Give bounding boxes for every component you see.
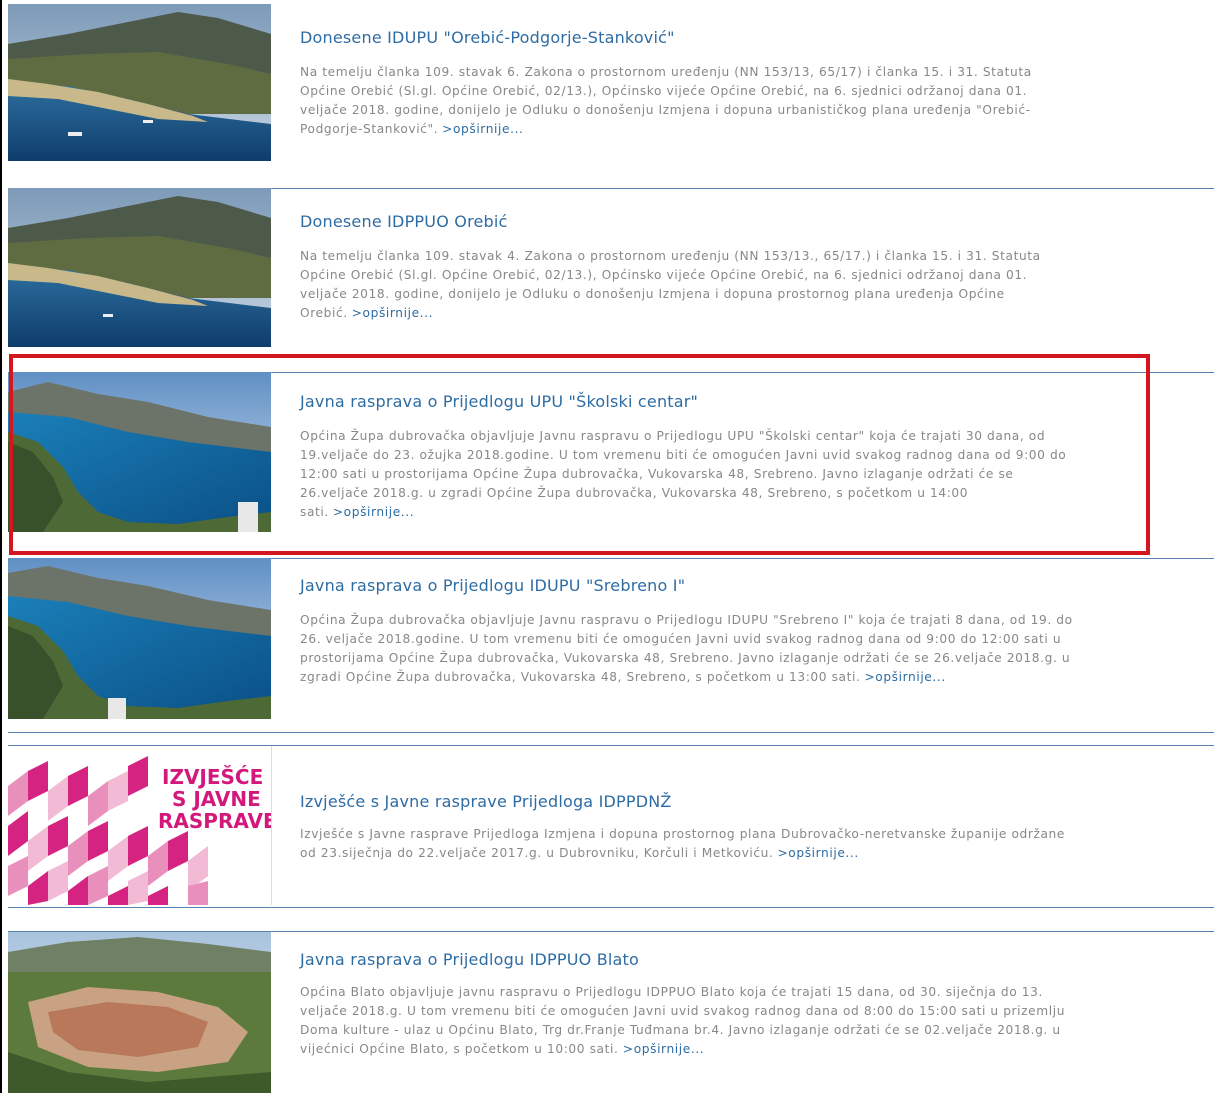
news-thumbnail-srebreno-bay[interactable] <box>8 558 271 719</box>
read-more-link[interactable]: >opširnije... <box>352 306 433 320</box>
news-thumbnail-report-logo[interactable]: IZVJEŠĆE S JAVNE RASPRAVE <box>8 746 272 905</box>
logo-text-line-1: IZVJEŠĆE <box>162 765 263 789</box>
news-excerpt: Na temelju članka 109. stavak 4. Zakona … <box>300 247 1075 323</box>
bay-photo <box>8 372 271 532</box>
logo-text-line-2: S JAVNE <box>172 787 261 811</box>
news-excerpt: Općina Župa dubrovačka objavljuje Javnu … <box>300 427 1075 522</box>
read-more-link[interactable]: >opširnije... <box>442 122 523 136</box>
news-title-link[interactable]: Javna rasprava o Prijedlogu IDUPU "Srebr… <box>300 576 1080 595</box>
frame-edge <box>0 0 2 1093</box>
news-item-1: Donesene IDUPU "Orebić-Podgorje-Stankovi… <box>8 4 1214 189</box>
news-title-link[interactable]: Javna rasprava o Prijedlogu UPU "Školski… <box>300 392 1080 411</box>
news-thumbnail-zupa-bay[interactable] <box>8 372 271 532</box>
news-content: Javna rasprava o Prijedlogu UPU "Školski… <box>300 392 1080 522</box>
news-thumbnail-orebic-coast[interactable] <box>8 4 271 161</box>
news-content: Donesene IDPPUO Orebić Na temelju članka… <box>300 212 1080 323</box>
news-content: Donesene IDUPU "Orebić-Podgorje-Stankovi… <box>300 28 1080 139</box>
news-thumbnail-blato-town[interactable] <box>8 932 271 1093</box>
report-logo-graphic: IZVJEŠĆE S JAVNE RASPRAVE <box>8 746 271 905</box>
news-excerpt: Općina Župa dubrovačka objavljuje Javnu … <box>300 611 1075 687</box>
news-excerpt-text: Općina Župa dubrovačka objavljuje Javnu … <box>300 429 1067 519</box>
news-excerpt: Na temelju članka 109. stavak 6. Zakona … <box>300 63 1075 139</box>
news-excerpt: Općina Blato objavljuje javnu raspravu o… <box>300 983 1075 1059</box>
news-excerpt-text: Izvješće s Javne rasprave Prijedloga Izm… <box>300 827 1065 860</box>
news-item-6: Javna rasprava o Prijedlogu IDPPUO Blato… <box>8 931 1214 1093</box>
bay-photo <box>8 558 271 719</box>
news-excerpt: Izvješće s Javne rasprave Prijedloga Izm… <box>300 825 1075 863</box>
news-content: Izvješće s Javne rasprave Prijedloga IDP… <box>300 792 1080 863</box>
news-title-link[interactable]: Izvješće s Javne rasprave Prijedloga IDP… <box>300 792 1080 811</box>
news-content: Javna rasprava o Prijedlogu IDUPU "Srebr… <box>300 576 1080 687</box>
news-title-link[interactable]: Javna rasprava o Prijedlogu IDPPUO Blato <box>300 950 1080 969</box>
news-title-link[interactable]: Donesene IDUPU "Orebić-Podgorje-Stankovi… <box>300 28 1080 47</box>
read-more-link[interactable]: >opširnije... <box>777 846 858 860</box>
news-excerpt-text: Općina Župa dubrovačka objavljuje Javnu … <box>300 613 1073 684</box>
read-more-link[interactable]: >opširnije... <box>864 670 945 684</box>
logo-text-line-3: RASPRAVE <box>158 809 271 833</box>
news-item-2: Donesene IDPPUO Orebić Na temelju članka… <box>8 188 1214 373</box>
news-item-5: IZVJEŠĆE S JAVNE RASPRAVE Izvješće s Jav… <box>8 745 1214 908</box>
news-item-3: Javna rasprava o Prijedlogu UPU "Školski… <box>8 372 1214 559</box>
news-thumbnail-orebic-coast[interactable] <box>8 188 271 347</box>
news-title-link[interactable]: Donesene IDPPUO Orebić <box>300 212 1080 231</box>
read-more-link[interactable]: >opširnije... <box>623 1042 704 1056</box>
news-excerpt-text: Na temelju članka 109. stavak 6. Zakona … <box>300 65 1032 136</box>
coast-photo <box>8 188 271 347</box>
coast-photo <box>8 4 271 161</box>
read-more-link[interactable]: >opširnije... <box>333 505 414 519</box>
town-photo <box>8 932 271 1093</box>
news-item-4: Javna rasprava o Prijedlogu IDUPU "Srebr… <box>8 558 1214 733</box>
news-content: Javna rasprava o Prijedlogu IDPPUO Blato… <box>300 950 1080 1059</box>
